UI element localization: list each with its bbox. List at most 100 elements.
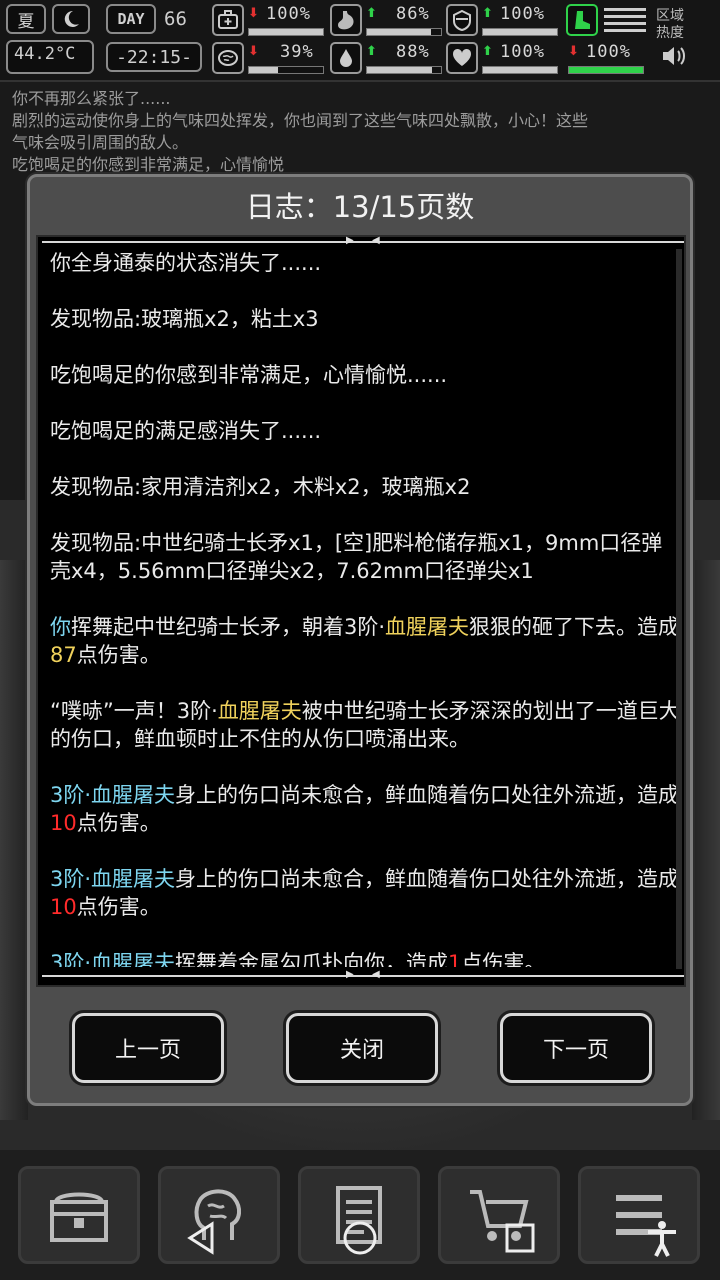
log-entry: 发现物品:中世纪骑士长矛x1，[空]肥料枪储存瓶x1，9mm口径弹壳x4，5.5…	[50, 531, 663, 583]
clock-display: -22:15-	[106, 42, 202, 72]
water-drop-icon[interactable]	[330, 42, 362, 74]
enemy-rank: 3阶·	[50, 783, 92, 807]
divider-arrow-right-icon: ▶	[346, 969, 354, 980]
log-entry: 3阶·血腥屠夫挥舞着金属勾爪扑向你，造成1点伤害。	[50, 949, 682, 967]
divider-arrow-left-icon: ◀	[372, 969, 380, 980]
heart-bar	[482, 66, 558, 74]
armor-trend-up-icon: ⬆	[482, 6, 493, 21]
enemy-name: 血腥屠夫	[91, 783, 176, 807]
stamina-trend-down-icon: ⬇	[568, 44, 579, 59]
log-content[interactable]: 你全身通泰的状态消失了...... 发现物品:玻璃瓶x2，粘土x3 吃饱喝足的你…	[50, 249, 682, 967]
log-entry: 你挥舞起中世纪骑士长矛，朝着3阶·血腥屠夫狠狠的砸了下去。造成 87点伤害。	[50, 613, 682, 669]
entry-text: 点伤害。	[76, 811, 161, 835]
chest-icon[interactable]	[18, 1166, 140, 1264]
armor-pct: 100%	[500, 4, 545, 24]
temperature-value: 44.2°C	[14, 44, 76, 64]
armor-bar	[482, 28, 558, 36]
enemy-name: 血腥屠夫	[91, 867, 176, 891]
cart-icon[interactable]	[438, 1166, 560, 1264]
divider-arrow-right-icon: ▶	[346, 235, 354, 246]
entry-text: 身上的伤口尚未愈合，鲜血随着伤口处往外流逝，造成	[175, 867, 680, 891]
background-message-log: 你不再那么紧张了...... 剧烈的运动使你身上的气味四处挥发，你也闻到了这些气…	[0, 84, 720, 174]
entry-text: 点伤害。	[76, 643, 161, 667]
damage-value: 10	[50, 895, 77, 919]
damage-value: 1	[448, 951, 462, 967]
stomach-trend-up-icon: ⬆	[366, 6, 377, 21]
log-scrollbar[interactable]	[676, 249, 682, 969]
stamina-bar	[568, 66, 644, 74]
moon-icon	[52, 4, 90, 34]
medkit-icon[interactable]	[212, 4, 244, 36]
stomach-icon[interactable]	[330, 4, 362, 36]
home-nav-icon[interactable]	[340, 1218, 380, 1258]
bottom-nav	[0, 1150, 720, 1280]
enemy-name: 血腥屠夫	[385, 615, 470, 639]
accessibility-icon[interactable]	[642, 1218, 682, 1258]
armor-icon[interactable]	[446, 4, 478, 36]
log-entry: 你全身通泰的状态消失了......	[50, 251, 322, 275]
next-page-button[interactable]: 下一页	[500, 1013, 652, 1083]
entry-text: “噗哧”一声！3阶·	[50, 699, 218, 723]
prev-page-button[interactable]: 上一页	[72, 1013, 224, 1083]
enemy-rank: 3阶·	[50, 951, 92, 967]
entry-text: 狠狠的砸了下去。造成	[469, 615, 680, 639]
background-right-panel	[692, 560, 720, 1120]
boot-icon[interactable]	[566, 4, 598, 36]
season-badge: 夏	[6, 4, 46, 34]
background-log-line: 吃饱喝足的你感到非常满足，心情愉悦	[12, 155, 285, 174]
stomach-pct: 86%	[396, 4, 430, 24]
speaker-icon[interactable]	[660, 44, 688, 68]
entry-text: 挥舞起中世纪骑士长矛，朝着3阶·	[71, 615, 386, 639]
top-divider: ▶ ◀	[42, 236, 684, 246]
log-entry: 3阶·血腥屠夫身上的伤口尚未愈合，鲜血随着伤口处往外流逝，造成 10点伤害。	[50, 865, 682, 921]
log-entry: “噗哧”一声！3阶·血腥屠夫被中世纪骑士长矛深深的划出了一道巨大的伤口，鲜血顿时…	[50, 697, 682, 753]
mind-trend-down-icon: ⬇	[248, 44, 259, 59]
background-left-panel	[0, 560, 28, 1120]
temperature-display: 44.2°C	[6, 40, 94, 74]
heart-pct: 100%	[500, 42, 545, 62]
entry-text: 点伤害。	[76, 895, 161, 919]
mind-pct: 39%	[280, 42, 314, 62]
log-entry: 发现物品:玻璃瓶x2，粘土x3	[50, 307, 319, 331]
recents-nav-icon[interactable]	[500, 1218, 540, 1258]
water-trend-up-icon: ⬆	[366, 44, 377, 59]
stamina-stripes	[604, 8, 646, 32]
damage-value: 10	[50, 811, 77, 835]
divider-arrow-left-icon: ◀	[372, 235, 380, 246]
health-bar	[248, 28, 324, 36]
heart-icon[interactable]	[446, 42, 478, 74]
clock-value: -22:15-	[116, 46, 192, 68]
health-pct: 100%	[266, 4, 311, 24]
day-label: DAY	[117, 10, 145, 28]
background-log-line: 剧烈的运动使你身上的气味四处挥发，你也闻到了这些气味四处飘散，小心！这些	[12, 111, 589, 130]
log-entry: 吃饱喝足的你感到非常满足，心情愉悦......	[50, 363, 448, 387]
entry-text: 身上的伤口尚未愈合，鲜血随着伤口处往外流逝，造成	[175, 783, 680, 807]
enemy-name: 血腥屠夫	[91, 951, 176, 967]
water-pct: 88%	[396, 42, 430, 62]
stamina-pct: 100%	[586, 42, 631, 62]
player-name: 你	[50, 615, 71, 639]
status-bar: 夏 DAY 66 44.2°C -22:15- ⬇ 100% ⬆ 86% ⬆ 1…	[0, 0, 720, 82]
log-entry: 3阶·血腥屠夫身上的伤口尚未愈合，鲜血随着伤口处往外流逝，造成 10点伤害。	[50, 781, 682, 837]
enemy-name: 血腥屠夫	[217, 699, 302, 723]
enemy-rank: 3阶·	[50, 867, 92, 891]
heart-trend-up-icon: ⬆	[482, 44, 493, 59]
log-frame[interactable]: ▶ ◀ 你全身通泰的状态消失了...... 发现物品:玻璃瓶x2，粘土x3 吃饱…	[36, 235, 686, 987]
log-dialog: 日志：13/15页数 ▶ ◀ 你全身通泰的状态消失了...... 发现物品:玻璃…	[27, 174, 693, 1106]
damage-value: 87	[50, 643, 77, 667]
back-nav-icon[interactable]	[182, 1218, 222, 1258]
log-entry: 吃饱喝足的满足感消失了......	[50, 419, 322, 443]
log-entry: 发现物品:家用清洁剂x2，木料x2，玻璃瓶x2	[50, 475, 471, 499]
background-log-line: 你不再那么紧张了......	[12, 89, 171, 108]
bottom-divider: ▶ ◀	[42, 970, 684, 980]
mind-bar	[248, 66, 324, 74]
dialog-title: 日志：13/15页数	[245, 190, 475, 224]
close-button[interactable]: 关闭	[286, 1013, 438, 1083]
day-counter: DAY	[106, 4, 156, 34]
background-log-line: 气味会吸引周围的敌人。	[12, 133, 189, 152]
health-trend-down-icon: ⬇	[248, 6, 259, 21]
season-label: 夏	[17, 11, 35, 32]
region-heat-label: 区域热度	[656, 8, 684, 41]
brain-status-icon[interactable]	[212, 42, 244, 74]
entry-text: 挥舞着金属勾爪扑向你，造成	[175, 951, 449, 967]
